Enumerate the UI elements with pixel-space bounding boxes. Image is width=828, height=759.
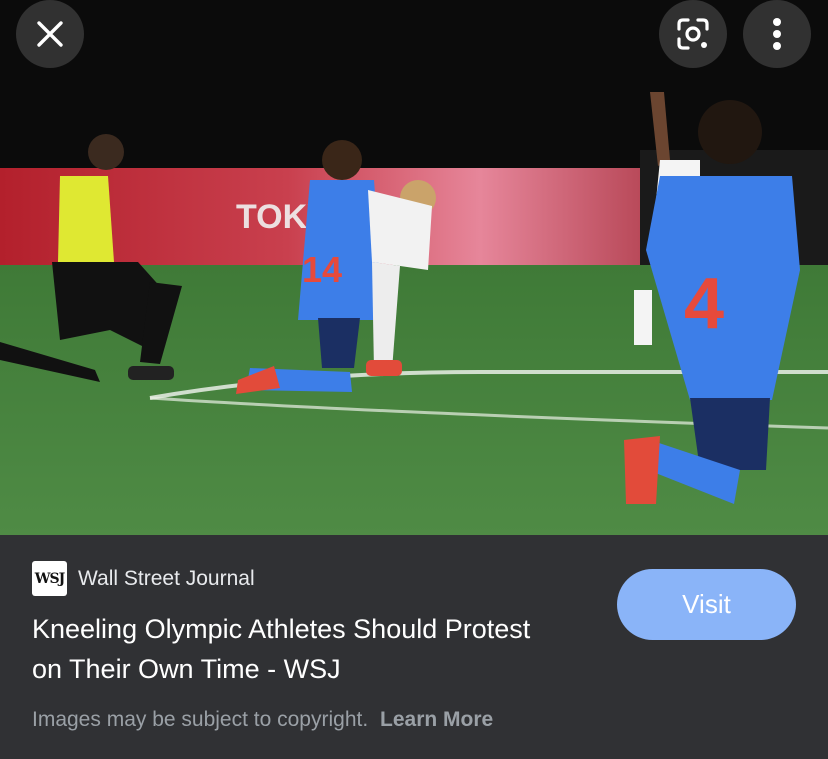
jersey-number-left: 14 xyxy=(302,249,342,290)
photo-illustration: TOKYO 14 4 xyxy=(0,0,828,535)
more-options-button[interactable] xyxy=(743,0,811,68)
copyright-notice: Images may be subject to copyright. Lear… xyxy=(32,708,493,732)
lens-search-button[interactable] xyxy=(659,0,727,68)
lens-icon xyxy=(677,18,709,50)
copyright-text: Images may be subject to copyright. xyxy=(32,708,369,731)
source-name: Wall Street Journal xyxy=(78,566,255,590)
close-button[interactable] xyxy=(16,0,84,68)
more-vert-icon xyxy=(773,18,781,50)
source-row[interactable]: WSJ Wall Street Journal xyxy=(32,561,255,596)
jersey-number-right: 4 xyxy=(684,264,724,344)
result-image: TOKYO 14 4 xyxy=(0,0,828,535)
visit-button[interactable]: Visit xyxy=(617,569,796,640)
learn-more-link[interactable]: Learn More xyxy=(380,708,493,731)
result-title[interactable]: Kneeling Olympic Athletes Should Protest… xyxy=(32,609,562,689)
source-logo: WSJ xyxy=(32,561,67,596)
result-info-panel: WSJ Wall Street Journal Kneeling Olympic… xyxy=(0,535,828,759)
close-icon xyxy=(37,21,63,47)
